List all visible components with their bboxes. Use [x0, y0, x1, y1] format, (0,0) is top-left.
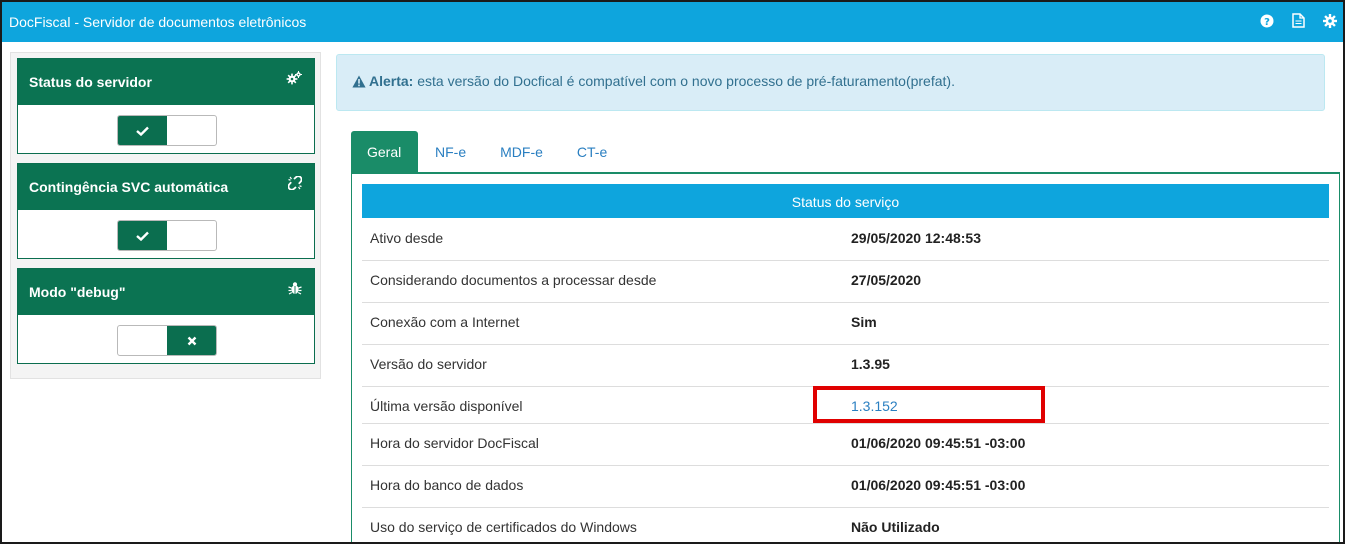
- topbar-actions: ?: [1260, 13, 1337, 28]
- check-icon: [118, 116, 167, 145]
- status-table: Ativo desde 29/05/2020 12:48:53 Consider…: [362, 218, 1329, 542]
- document-icon[interactable]: [1292, 13, 1305, 28]
- tab-geral[interactable]: Geral: [351, 131, 418, 173]
- highlight-box: [813, 386, 1045, 423]
- row-value: Sim: [851, 314, 877, 330]
- row-value: Não Utilizado: [851, 519, 940, 535]
- card-title: Contingência SVC automática: [29, 179, 229, 195]
- card-header: Modo "debug": [18, 269, 314, 315]
- contingencia-svc-toggle[interactable]: [117, 220, 217, 251]
- modo-debug-toggle[interactable]: [117, 325, 217, 356]
- status-header: Status do serviço: [362, 184, 1329, 218]
- unlink-icon: [287, 175, 303, 193]
- status-servidor-toggle[interactable]: [117, 115, 217, 146]
- row-value: 01/06/2020 09:45:51 -03:00: [851, 435, 1026, 451]
- close-icon: [167, 326, 216, 355]
- table-row: Considerando documentos a processar desd…: [362, 261, 1329, 303]
- help-icon[interactable]: ?: [1260, 14, 1274, 28]
- row-label: Conexão com a Internet: [370, 314, 520, 330]
- table-row: Versão do servidor 1.3.95: [362, 345, 1329, 387]
- row-label: Versão do servidor: [370, 356, 487, 372]
- row-label: Hora do servidor DocFiscal: [370, 435, 539, 451]
- card-header: Contingência SVC automática: [18, 164, 314, 210]
- warning-icon: [352, 73, 369, 89]
- row-value: 27/05/2020: [851, 272, 922, 288]
- window-title: DocFiscal - Servidor de documentos eletr…: [9, 14, 307, 30]
- alert-strong: Alerta:: [369, 73, 414, 89]
- card-contingencia-svc: Contingência SVC automática: [17, 163, 315, 259]
- row-value: 1.3.95: [851, 356, 890, 372]
- table-row: Conexão com a Internet Sim: [362, 303, 1329, 345]
- card-title: Modo "debug": [29, 284, 126, 300]
- table-row: Ativo desde 29/05/2020 12:48:53: [362, 218, 1329, 261]
- tab-nfe[interactable]: NF-e: [418, 131, 483, 173]
- card-modo-debug: Modo "debug": [17, 268, 315, 364]
- card-header: Status do servidor: [18, 59, 314, 105]
- row-label: Uso do serviço de certificados do Window…: [370, 519, 637, 535]
- alert-box: Alerta: esta versão do Docfical é compat…: [336, 54, 1325, 111]
- row-label: Ativo desde: [370, 230, 444, 246]
- app-window: DocFiscal - Servidor de documentos eletr…: [0, 0, 1345, 544]
- alert-text: esta versão do Docfical é compatível com…: [413, 73, 955, 89]
- gear-icon[interactable]: [1323, 13, 1337, 28]
- tab-bar: Geral NF-e MDF-e CT-e: [351, 131, 624, 173]
- card-status-servidor: Status do servidor: [17, 58, 315, 154]
- table-row: Uso do serviço de certificados do Window…: [362, 508, 1329, 542]
- card-title: Status do servidor: [29, 74, 152, 90]
- table-row: Hora do banco de dados 01/06/2020 09:45:…: [362, 466, 1329, 508]
- tab-cte[interactable]: CT-e: [560, 131, 624, 173]
- row-label: Última versão disponível: [370, 398, 523, 414]
- bug-icon: [288, 281, 302, 298]
- top-bar: DocFiscal - Servidor de documentos eletr…: [2, 2, 1343, 42]
- cogs-icon: [286, 71, 302, 88]
- row-value: 01/06/2020 09:45:51 -03:00: [851, 477, 1026, 493]
- check-icon: [118, 221, 167, 250]
- row-label: Considerando documentos a processar desd…: [370, 272, 657, 288]
- svg-text:?: ?: [1264, 17, 1270, 28]
- left-panel: Status do servidor Contingência SVC auto…: [10, 52, 321, 379]
- tab-mdfe[interactable]: MDF-e: [483, 131, 560, 173]
- row-value: 29/05/2020 12:48:53: [851, 230, 981, 246]
- table-row: Hora do servidor DocFiscal 01/06/2020 09…: [362, 424, 1329, 466]
- row-label: Hora do banco de dados: [370, 477, 524, 493]
